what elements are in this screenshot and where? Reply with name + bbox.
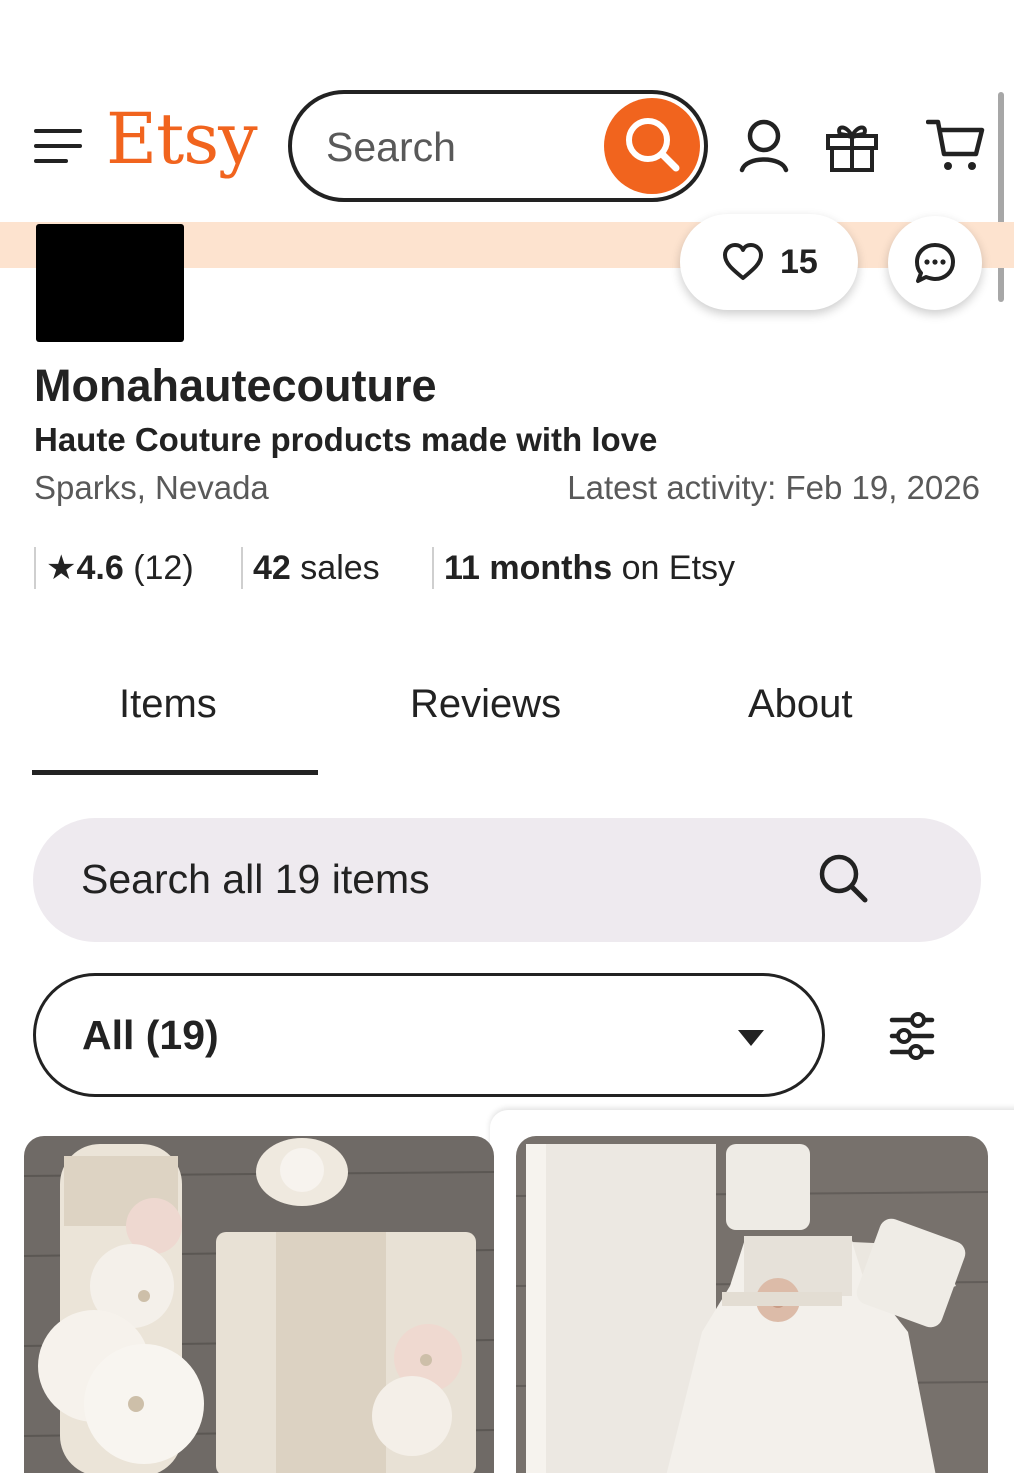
heart-icon	[723, 243, 763, 280]
listing-image	[24, 1136, 494, 1473]
listing-card[interactable]	[24, 1136, 494, 1473]
category-selected-value: All (19)	[82, 1012, 219, 1058]
rating-value: 4.6	[76, 549, 124, 587]
star-icon: ★	[46, 549, 77, 587]
message-shop-button[interactable]	[888, 216, 982, 310]
active-tab-indicator	[32, 770, 318, 775]
page-scrollbar[interactable]	[998, 92, 1004, 302]
listing-image	[516, 1136, 988, 1473]
shop-tagline: Haute Couture products made with love	[34, 421, 658, 458]
search-icon	[626, 118, 680, 172]
shop-avatar	[36, 224, 184, 342]
sales-label: sales	[300, 549, 380, 587]
tab-reviews[interactable]: Reviews	[410, 682, 561, 727]
tab-about[interactable]: About	[748, 682, 853, 727]
menu-icon[interactable]	[34, 127, 82, 165]
shop-sales: 42 sales	[241, 547, 380, 589]
favorite-shop-button[interactable]: 15	[680, 214, 858, 310]
shop-rating[interactable]: ★4.6 (12)	[34, 547, 194, 589]
cart-icon[interactable]	[926, 116, 986, 174]
rating-count: (12)	[133, 549, 194, 587]
shop-tenure: 11 months on Etsy	[432, 547, 735, 589]
item-search-placeholder: Search all 19 items	[81, 856, 430, 902]
caret-down-icon	[738, 1030, 764, 1046]
shop-item-search-input[interactable]: Search all 19 items	[33, 818, 981, 942]
favorites-count: 15	[780, 243, 818, 281]
sales-count: 42	[253, 549, 291, 587]
account-icon[interactable]	[738, 118, 790, 174]
gift-icon[interactable]	[824, 118, 880, 174]
listing-card[interactable]	[516, 1136, 988, 1473]
site-search-placeholder: Search	[326, 124, 456, 170]
tab-items[interactable]: Items	[119, 682, 217, 727]
shop-location: Sparks, Nevada	[34, 469, 269, 506]
category-select[interactable]: All (19)	[33, 973, 825, 1097]
search-button[interactable]	[604, 98, 700, 194]
filter-sliders-icon[interactable]	[880, 1010, 940, 1062]
chat-bubble-icon	[915, 243, 955, 283]
tenure-value: 11 months	[444, 549, 613, 587]
shop-name: Monahautecouture	[34, 360, 437, 411]
search-icon[interactable]	[815, 850, 873, 908]
tenure-label: on Etsy	[621, 549, 736, 587]
latest-activity: Latest activity: Feb 19, 2026	[567, 469, 980, 506]
etsy-logo[interactable]: Etsy	[106, 104, 258, 174]
